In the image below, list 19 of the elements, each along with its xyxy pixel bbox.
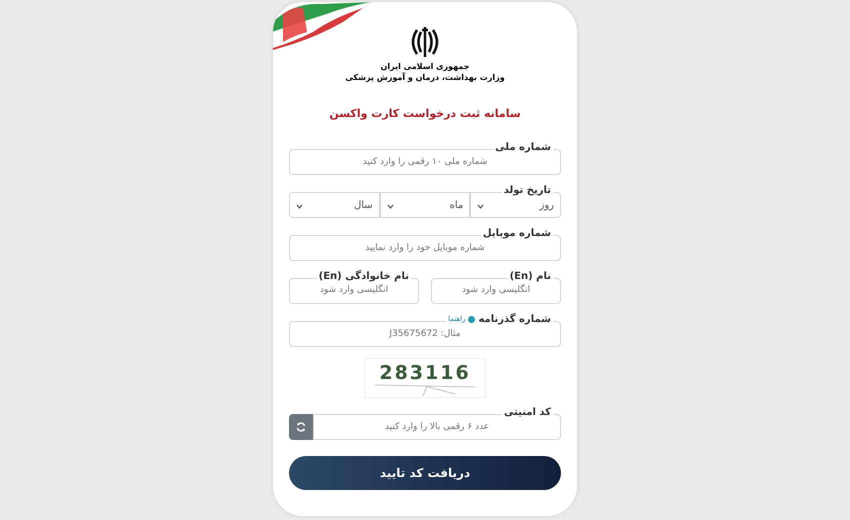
- field-label: نام (En): [510, 270, 551, 284]
- dropdown[interactable]: سال: [288, 192, 380, 218]
- refresh-icon: [296, 422, 306, 432]
- info-icon: [468, 316, 476, 323]
- chevron-icon: [386, 204, 394, 208]
- chevron-icon: [477, 204, 484, 208]
- dropdown[interactable]: ماه: [380, 192, 470, 218]
- captcha-code: 283116: [379, 362, 471, 384]
- field-label: شماره ملی: [495, 140, 551, 154]
- refresh-button[interactable]: [289, 414, 313, 440]
- field-label: کد امنیتی: [504, 406, 551, 420]
- emblem-caption: جمهوری اسلامی ایران: [380, 62, 470, 72]
- page-title: سامانه ثبت درخواست کارت واکسن: [329, 106, 521, 122]
- field-label: شماره موبایل: [482, 226, 551, 240]
- field-label: تاریخ تولد: [504, 184, 551, 198]
- submit-button[interactable]: دریافت کد تایید: [289, 456, 561, 490]
- emblem-caption: وزارت بهداشت، درمان و آموزش پزشکی: [345, 72, 505, 84]
- field-label: نام خانوادگی (En): [318, 270, 409, 284]
- chevron-icon: [296, 204, 303, 208]
